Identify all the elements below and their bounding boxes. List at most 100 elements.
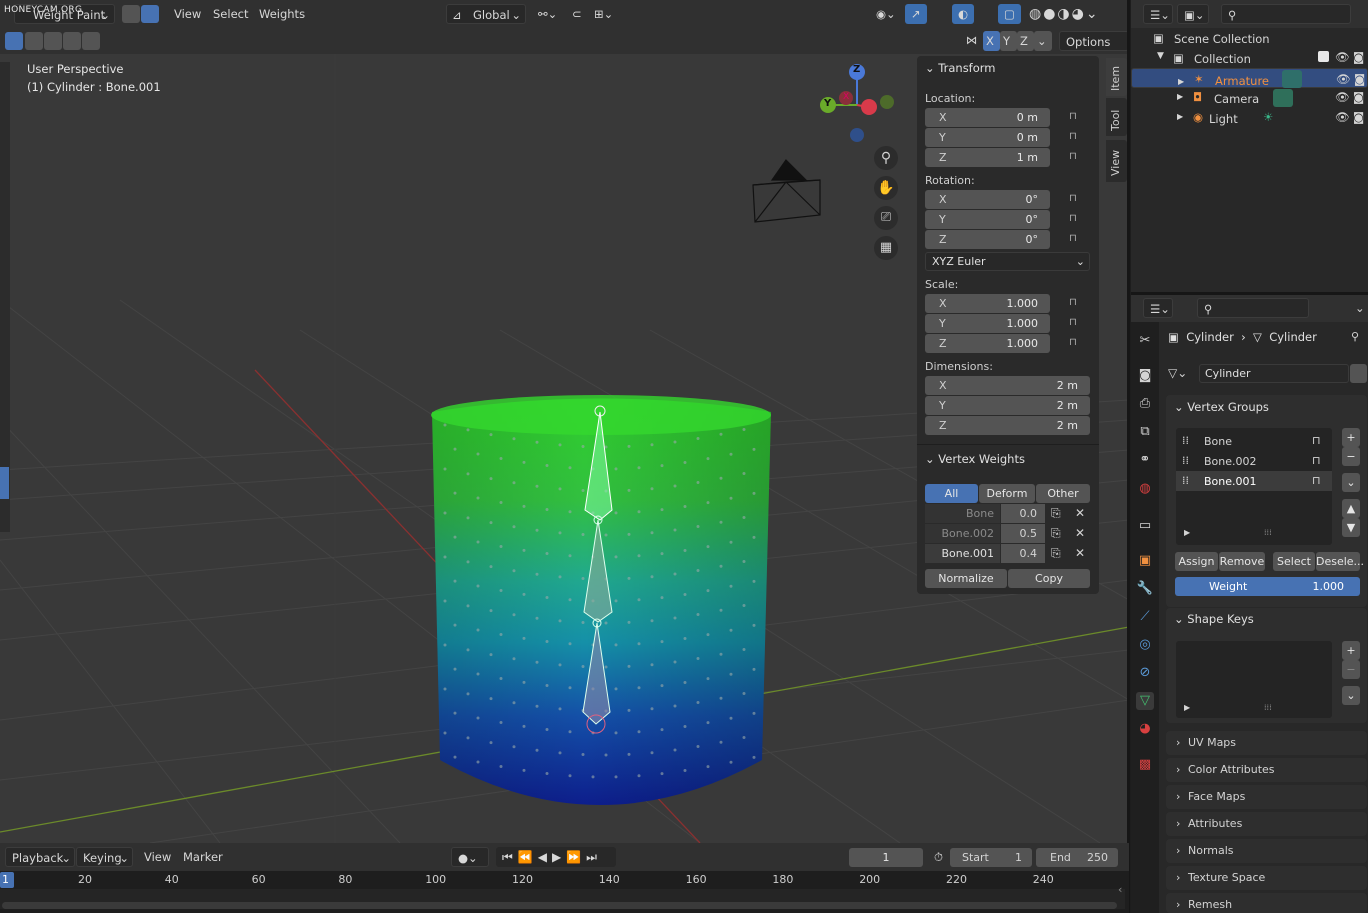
dimension-z-field[interactable]: Z2 m (925, 416, 1090, 435)
menu-view[interactable]: View (168, 4, 207, 24)
assign-button[interactable]: Assign (1175, 552, 1218, 571)
vertex-group-item-active[interactable]: ⁞⁞ Bone.001 ⊓ (1176, 471, 1332, 491)
mesh-data-icon[interactable]: ▽ (1136, 692, 1154, 710)
tab-tool[interactable]: Tool (1106, 98, 1127, 136)
camera-view-icon[interactable]: ⎚ (874, 206, 898, 230)
select-invert-icon[interactable] (63, 32, 81, 50)
scale-z-field[interactable]: Z 1.000 (925, 334, 1050, 353)
snap-icon[interactable]: ⊂ (566, 4, 588, 24)
remesh-panel[interactable]: › Remesh (1166, 893, 1367, 913)
normals-panel[interactable]: › Normals (1166, 839, 1367, 863)
constraints-icon[interactable]: ⊘ (1136, 664, 1154, 682)
lock-icon[interactable]: ⊓ (1069, 213, 1083, 225)
timeline-scrollbar[interactable] (2, 902, 1117, 909)
lock-icon[interactable]: ⊓ (1069, 337, 1083, 349)
record-icon[interactable]: ●⌄ (451, 847, 489, 867)
tab-view[interactable]: View (1106, 140, 1127, 182)
outliner-item-armature[interactable]: ▶ ✶ Armature 👁 ◙ (1131, 68, 1368, 88)
shape-keys-header[interactable]: ⌄ Shape Keys (1174, 612, 1254, 626)
xray-toggle-icon[interactable]: ▢ (998, 4, 1021, 24)
pin-icon[interactable]: ⚲ (1351, 330, 1359, 343)
stopwatch-icon[interactable]: ⏱ (928, 847, 949, 867)
resize-grip-icon[interactable]: ⁞⁞⁞ (1264, 703, 1272, 712)
lock-icon[interactable]: ⊓ (1069, 233, 1083, 245)
eye-icon[interactable]: 👁 (1335, 90, 1350, 104)
playback-controls[interactable]: ⏮⏪◀▶⏩⏭ (496, 847, 616, 867)
vw-filter-other[interactable]: Other (1036, 484, 1090, 503)
lock-icon[interactable]: ⊓ (1312, 454, 1321, 467)
outliner-item-camera[interactable]: ▶ ◘ Camera 👁 ◙ (1131, 88, 1368, 108)
transform-panel-header[interactable]: ⌄ Transform (925, 61, 996, 75)
pivot-icon[interactable]: ⚯⌄ (532, 4, 563, 24)
options-dropdown[interactable]: Options ⌄ (1059, 31, 1129, 69)
vertex-group-item[interactable]: ⁞⁞ Bone ⊓ (1176, 431, 1332, 451)
normalize-button[interactable]: Normalize (925, 569, 1007, 588)
color-attributes-panel[interactable]: › Color Attributes (1166, 758, 1367, 782)
menu-select[interactable]: Select (207, 4, 254, 24)
render-icon[interactable]: ◙ (1136, 367, 1154, 385)
mesh-data-browse[interactable]: ▽⌄ (1168, 364, 1198, 383)
start-frame-field[interactable]: Start 1 (950, 848, 1032, 867)
select-subtract-icon[interactable] (44, 32, 62, 50)
current-frame-field[interactable]: 1 (849, 848, 923, 867)
view-layer-icon[interactable]: ⧉ (1136, 423, 1154, 441)
lock-icon[interactable]: ⊓ (1069, 193, 1083, 205)
texture-space-panel[interactable]: › Texture Space (1166, 866, 1367, 890)
playback-menu[interactable]: Playback ⌄ (5, 847, 75, 867)
timeline-view-menu[interactable]: View (138, 847, 177, 867)
modifier-wrench-icon[interactable]: 🔧 (1136, 580, 1154, 598)
lock-icon[interactable]: ⊓ (1069, 317, 1083, 329)
select-extend-icon[interactable] (25, 32, 43, 50)
chevron-down-icon[interactable]: ⌄ (1342, 473, 1360, 492)
checkbox-icon[interactable] (1318, 51, 1329, 62)
vw-row-bone001-value[interactable]: 0.4 (1001, 544, 1045, 563)
scene-icon[interactable]: ⚭ (1136, 451, 1154, 469)
remove-shape-key-button[interactable]: − (1342, 660, 1360, 679)
outliner-scene-collection[interactable]: ▣ Scene Collection (1131, 28, 1368, 48)
chevron-down-icon[interactable]: ⌄ (1034, 31, 1052, 51)
location-z-field[interactable]: Z1 m (925, 148, 1050, 167)
scale-x-field[interactable]: X 1.000 (925, 294, 1050, 313)
chevron-left-icon[interactable]: ‹ (1118, 883, 1122, 896)
lock-icon[interactable]: ⊓ (1312, 474, 1321, 487)
playhead-frame-indicator[interactable]: 1 (0, 872, 14, 888)
collection-icon[interactable]: ▭ (1136, 517, 1154, 535)
dimension-y-field[interactable]: Y2 m (925, 396, 1090, 415)
lock-icon[interactable]: ⊓ (1069, 297, 1083, 309)
mirror-y-toggle[interactable]: Y (1000, 31, 1017, 51)
add-group-button[interactable]: + (1342, 428, 1360, 447)
camera-render-icon[interactable]: ◙ (1353, 90, 1364, 104)
end-frame-field[interactable]: End 250 (1036, 848, 1118, 867)
search-input[interactable]: ⚲ (1221, 4, 1351, 24)
uv-maps-panel[interactable]: › UV Maps (1166, 731, 1367, 755)
vw-filter-deform[interactable]: Deform (979, 484, 1035, 503)
left-toolbar[interactable] (0, 62, 10, 532)
texture-icon[interactable]: ▩ (1136, 756, 1154, 774)
chevron-down-icon[interactable]: ⌄ (1342, 686, 1360, 705)
editor-type-icon[interactable]: ☰⌄ (1143, 4, 1173, 24)
scale-y-field[interactable]: Y 1.000 (925, 314, 1050, 333)
rotation-y-field[interactable]: Y 0° (925, 210, 1050, 229)
lock-icon[interactable]: ⊓ (1069, 131, 1083, 143)
dimension-x-field[interactable]: X2 m (925, 376, 1090, 395)
select-intersect-icon[interactable] (82, 32, 100, 50)
pan-hand-icon[interactable]: ✋ (874, 176, 898, 200)
rotation-z-field[interactable]: Z 0° (925, 230, 1050, 249)
area-divider[interactable] (1127, 0, 1130, 913)
outliner-item-light[interactable]: ▶ ◉ Light ☀ 👁 ◙ (1131, 108, 1368, 128)
object-icon[interactable]: ▣ (1136, 552, 1154, 570)
move-down-button[interactable]: ▼ (1342, 518, 1360, 537)
mask-vertex-toggle[interactable] (141, 5, 159, 23)
weight-slider[interactable]: Weight 1.000 (1175, 577, 1360, 596)
lock-icon[interactable]: ⊓ (1312, 434, 1321, 447)
vertex-weights-panel-header[interactable]: ⌄ Vertex Weights (925, 452, 1025, 466)
material-icon[interactable]: ◕ (1136, 720, 1154, 738)
remove-button[interactable]: Remove (1219, 552, 1265, 571)
location-y-field[interactable]: Y0 m (925, 128, 1050, 147)
mesh-name-field[interactable]: Cylinder (1199, 364, 1349, 383)
properties-search-input[interactable]: ⚲ (1197, 298, 1309, 318)
vertex-group-item[interactable]: ⁞⁞ Bone.002 ⊓ (1176, 451, 1332, 471)
menu-weights[interactable]: Weights (253, 4, 311, 24)
tool-icon[interactable]: ✂ (1136, 332, 1154, 350)
lock-icon[interactable]: ⊓ (1069, 111, 1083, 123)
